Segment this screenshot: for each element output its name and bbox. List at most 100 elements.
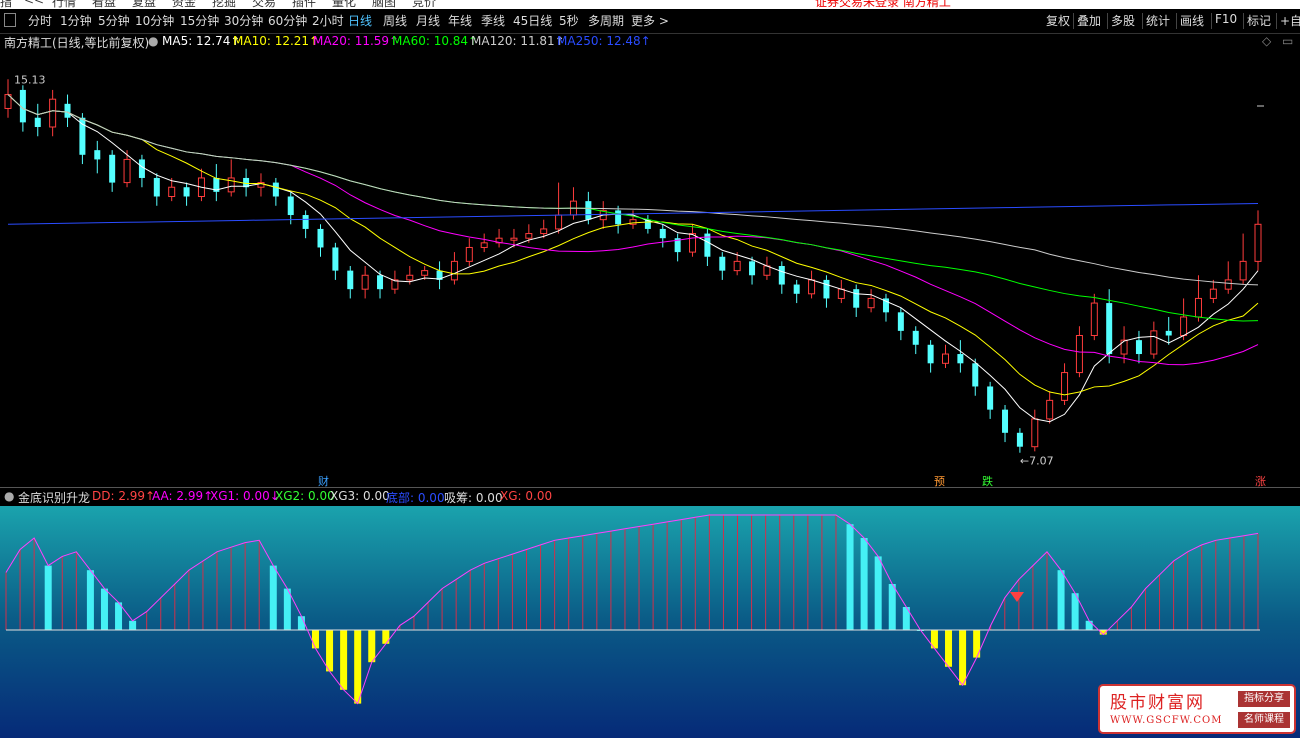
candle[interactable]	[465, 238, 473, 266]
indicator-title[interactable]: 金底识别升龙	[18, 489, 90, 506]
candle[interactable]	[1031, 409, 1039, 452]
candle[interactable]	[1016, 428, 1023, 453]
top-menu-item[interactable]: <<	[24, 0, 44, 7]
candle[interactable]	[674, 233, 681, 262]
period-tab[interactable]: 年线	[448, 12, 472, 29]
candle[interactable]	[659, 224, 666, 248]
candle[interactable]	[347, 266, 354, 299]
candle[interactable]	[942, 344, 949, 368]
top-menu-item[interactable]: 挖掘	[212, 0, 236, 9]
period-tab[interactable]: 分时	[28, 12, 52, 29]
period-tab[interactable]: 周线	[383, 12, 407, 29]
candle[interactable]	[987, 381, 994, 419]
candle[interactable]	[763, 256, 771, 280]
maximize-icon[interactable]: ▭	[1282, 34, 1293, 48]
toolbar-button[interactable]: 标记	[1247, 12, 1271, 29]
candle[interactable]	[778, 261, 785, 294]
candle[interactable]	[4, 79, 12, 118]
candle[interactable]	[450, 252, 458, 285]
top-menu-item[interactable]: 脑图	[372, 0, 396, 9]
candle[interactable]	[853, 284, 860, 317]
candle[interactable]	[882, 293, 889, 322]
top-menu-item[interactable]: 插件	[292, 0, 316, 9]
period-tab[interactable]: 季线	[481, 12, 505, 29]
period-tab[interactable]: 2小时	[312, 12, 344, 29]
candle[interactable]	[495, 228, 503, 248]
candle[interactable]	[1135, 330, 1142, 364]
toolbar-button[interactable]: +自选	[1280, 12, 1300, 29]
candle[interactable]	[1090, 293, 1098, 341]
candle[interactable]	[123, 150, 131, 188]
toolbar-button[interactable]: 统计	[1146, 12, 1170, 29]
candle[interactable]	[153, 173, 160, 206]
top-menu-item[interactable]: 资金	[172, 0, 196, 9]
candle[interactable]	[227, 159, 235, 197]
candle[interactable]	[823, 275, 830, 308]
candle[interactable]	[332, 242, 339, 280]
period-tab[interactable]: 60分钟	[268, 12, 307, 29]
top-menu-item[interactable]: 行情	[52, 0, 76, 9]
top-menu-item[interactable]: 看盘	[92, 0, 116, 9]
candle[interactable]	[615, 205, 622, 234]
top-menu-item[interactable]: 交易	[252, 0, 276, 9]
top-menu-item[interactable]: 量化	[332, 0, 356, 9]
candle[interactable]	[436, 261, 443, 290]
period-tab[interactable]: 30分钟	[224, 12, 263, 29]
candle[interactable]	[109, 150, 116, 192]
candle[interactable]	[793, 279, 800, 304]
period-tab[interactable]: 日线	[348, 12, 372, 29]
candle[interactable]	[1254, 210, 1262, 271]
layout-icon[interactable]	[4, 13, 16, 27]
candle[interactable]	[1224, 261, 1232, 294]
top-menu-item[interactable]: 指	[0, 0, 12, 9]
candle[interactable]	[480, 233, 488, 253]
candle[interactable]	[1150, 321, 1158, 359]
candle[interactable]	[1046, 391, 1054, 424]
candle[interactable]	[927, 340, 934, 373]
period-tab[interactable]: 月线	[416, 12, 440, 29]
candle[interactable]	[867, 289, 875, 313]
candle[interactable]	[1061, 363, 1069, 406]
candlestick-chart[interactable]: 15.13 ←7.07	[0, 50, 1300, 487]
candle[interactable]	[243, 168, 250, 197]
candle[interactable]	[183, 182, 190, 206]
collapse-icon[interactable]: ●	[4, 489, 14, 503]
candle[interactable]	[64, 94, 71, 127]
candle[interactable]	[897, 307, 904, 341]
candle[interactable]	[1002, 405, 1009, 443]
candle[interactable]	[719, 252, 726, 280]
toolbar-button[interactable]: 叠加	[1077, 12, 1101, 29]
candle[interactable]	[391, 270, 399, 294]
candle[interactable]	[361, 266, 369, 299]
candle[interactable]	[94, 140, 101, 174]
period-tab[interactable]: 5分钟	[98, 12, 130, 29]
candle[interactable]	[49, 89, 57, 137]
candle[interactable]	[138, 154, 145, 188]
candle[interactable]	[79, 113, 86, 165]
period-tab[interactable]: 45日线	[513, 12, 552, 29]
candle[interactable]	[272, 177, 279, 206]
candle[interactable]	[644, 215, 651, 234]
period-tab[interactable]: 多周期	[588, 12, 624, 29]
toolbar-button[interactable]: F10	[1215, 12, 1237, 26]
candle[interactable]	[912, 326, 919, 355]
candle[interactable]	[704, 228, 711, 266]
candle[interactable]	[957, 340, 964, 373]
candle[interactable]	[1165, 316, 1172, 345]
diamond-icon[interactable]: ◇	[1262, 34, 1271, 48]
candle[interactable]	[689, 224, 697, 257]
candle[interactable]	[197, 168, 205, 202]
top-menu-item[interactable]: 竞价	[412, 0, 436, 9]
candle[interactable]	[213, 164, 220, 202]
candle[interactable]	[1209, 279, 1217, 304]
top-menu-item[interactable]: 复盘	[132, 0, 156, 9]
toolbar-button[interactable]: 多股	[1111, 12, 1135, 29]
settings-circle-icon[interactable]: ●	[148, 34, 158, 48]
candle[interactable]	[302, 210, 309, 239]
candle[interactable]	[317, 224, 324, 257]
period-tab[interactable]: 15分钟	[180, 12, 219, 29]
candle[interactable]	[837, 279, 845, 304]
pane-divider[interactable]	[0, 487, 1300, 488]
period-tab[interactable]: 5秒	[559, 12, 579, 29]
period-tab[interactable]: 更多 >	[631, 12, 669, 29]
